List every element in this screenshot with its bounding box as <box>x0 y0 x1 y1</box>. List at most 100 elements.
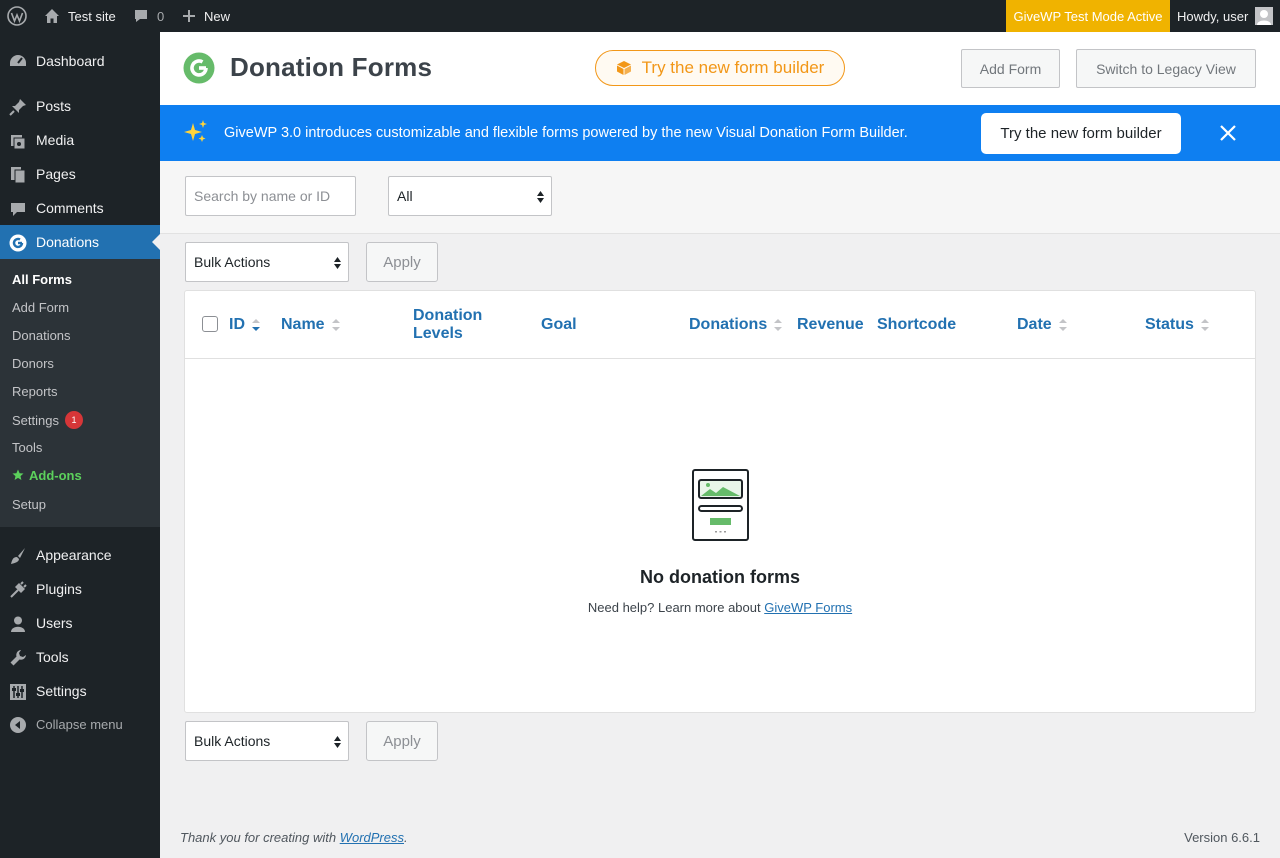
sidebar-item-label: Posts <box>36 98 72 114</box>
footer-thanks-suffix: . <box>404 830 408 845</box>
current-indicator <box>152 234 160 250</box>
column-label: ID <box>229 316 245 333</box>
brush-icon <box>11 548 25 564</box>
select-arrows-icon <box>334 257 341 269</box>
wordpress-logo-icon[interactable] <box>7 0 27 32</box>
givewp-icon <box>9 234 27 252</box>
sidebar-item-label: Dashboard <box>36 53 105 69</box>
sidebar-item-users[interactable]: Users <box>0 606 160 640</box>
bulk-actions-select-bottom[interactable]: Bulk Actions <box>185 721 349 761</box>
submenu-item-label: Settings <box>12 412 59 428</box>
sidebar-item-pages[interactable]: Pages <box>0 157 160 191</box>
footer-thanks-text: Thank you for creating with <box>180 830 340 845</box>
comments-link[interactable]: 0 <box>133 0 164 32</box>
select-arrows-icon <box>537 191 544 203</box>
sidebar-item-label: Tools <box>36 649 69 665</box>
sidebar-item-label: Pages <box>36 166 76 182</box>
empty-state-help: Need help? Learn more about GiveWP Forms <box>185 600 1255 615</box>
submenu-item-all-forms[interactable]: All Forms <box>12 269 72 289</box>
forms-table: ID Name Donation Levels Goal Donations R… <box>184 290 1256 713</box>
status-select[interactable]: All <box>388 176 552 216</box>
column-label: Status <box>1145 316 1194 333</box>
sidebar-item-settings[interactable]: Settings <box>0 674 160 708</box>
column-name[interactable]: Name <box>281 316 341 334</box>
submenu-item-setup[interactable]: Setup <box>12 494 46 514</box>
select-all-checkbox[interactable] <box>202 316 218 332</box>
sidebar-item-label: Users <box>36 615 73 631</box>
account-menu[interactable]: Howdy, user <box>1177 0 1274 32</box>
page-title: Donation Forms <box>230 52 433 82</box>
sort-desc-icon <box>252 319 260 331</box>
collapse-menu-button[interactable]: Collapse menu <box>0 707 160 741</box>
sidebar-item-tools[interactable]: Tools <box>0 640 160 674</box>
switch-legacy-view-button[interactable]: Switch to Legacy View <box>1076 49 1256 88</box>
sidebar-item-appearance[interactable]: Appearance <box>0 538 160 572</box>
submenu-item-donors[interactable]: Donors <box>12 353 54 373</box>
sidebar-item-label: Settings <box>36 683 87 699</box>
wrench-icon <box>10 650 26 666</box>
sidebar-item-label: Comments <box>36 200 104 216</box>
avatar <box>1255 7 1274 25</box>
sidebar-item-donations[interactable]: Donations <box>0 225 160 259</box>
site-name: Test site <box>68 8 116 24</box>
try-form-builder-label: Try the new form builder <box>641 58 825 77</box>
wordpress-link[interactable]: WordPress <box>340 830 404 845</box>
column-status[interactable]: Status <box>1145 316 1210 334</box>
givewp-logo-icon <box>183 52 215 84</box>
apply-button-bottom[interactable]: Apply <box>366 721 438 761</box>
apply-button-top[interactable]: Apply <box>366 242 438 282</box>
howdy-text: Howdy, user <box>1177 8 1249 24</box>
new-label: New <box>204 8 231 24</box>
sparkles-icon <box>184 120 207 142</box>
banner-try-builder-button[interactable]: Try the new form builder <box>981 113 1181 154</box>
column-label: Date <box>1017 316 1052 333</box>
submenu-item-add-form[interactable]: Add Form <box>12 297 69 317</box>
column-donations[interactable]: Donations <box>689 316 783 334</box>
submenu-item-label: Add-ons <box>29 467 82 483</box>
sidebar-item-comments[interactable]: Comments <box>0 191 160 225</box>
sidebar-item-dashboard[interactable]: Dashboard <box>0 44 160 78</box>
try-form-builder-button[interactable]: Try the new form builder <box>595 50 845 86</box>
footer-version: Version 6.6.1 <box>1184 830 1260 845</box>
empty-form-icon <box>692 469 749 541</box>
select-arrows-icon <box>334 736 341 748</box>
column-shortcode: Shortcode <box>877 316 957 333</box>
sidebar-item-posts[interactable]: Posts <box>0 89 160 123</box>
add-form-button[interactable]: Add Form <box>961 49 1060 88</box>
pin-icon <box>9 99 26 116</box>
sort-icon <box>774 319 783 331</box>
bulk-actions-value: Bulk Actions <box>194 254 271 270</box>
givewp-forms-link[interactable]: GiveWP Forms <box>764 600 852 615</box>
column-revenue: Revenue <box>797 316 864 333</box>
sort-icon <box>1058 319 1067 331</box>
comment-icon <box>135 10 147 22</box>
bulk-actions-select-top[interactable]: Bulk Actions <box>185 242 349 282</box>
submenu-item-reports[interactable]: Reports <box>12 381 58 401</box>
collapse-label: Collapse menu <box>36 716 123 732</box>
home-icon <box>45 9 59 23</box>
banner-text: GiveWP 3.0 introduces customizable and f… <box>224 125 908 141</box>
site-home-link[interactable]: Test site <box>44 0 116 32</box>
sidebar-item-media[interactable]: Media <box>0 123 160 157</box>
user-icon <box>11 616 25 632</box>
submenu-item-tools[interactable]: Tools <box>12 437 42 457</box>
submenu-item-add-ons[interactable]: Add-ons <box>12 465 82 485</box>
submenu-item-settings[interactable]: Settings 1 <box>12 410 83 430</box>
close-icon[interactable] <box>1218 123 1238 143</box>
test-mode-badge[interactable]: GiveWP Test Mode Active <box>1006 0 1170 32</box>
sidebar-item-plugins[interactable]: Plugins <box>0 572 160 606</box>
sidebar-item-label: Plugins <box>36 581 82 597</box>
footer-thanks: Thank you for creating with WordPress. <box>180 830 408 845</box>
column-date[interactable]: Date <box>1017 316 1068 334</box>
new-content-link[interactable]: New <box>182 0 230 32</box>
column-goal: Goal <box>541 316 577 333</box>
sort-icon <box>1200 319 1209 331</box>
notification-badge: 1 <box>64 411 83 429</box>
column-id[interactable]: ID <box>229 316 261 334</box>
search-input[interactable] <box>185 176 356 216</box>
sort-icon <box>331 319 340 331</box>
comment-icon <box>11 203 25 216</box>
sidebar-item-label: Appearance <box>36 547 112 563</box>
status-select-value: All <box>397 188 413 204</box>
submenu-item-donations[interactable]: Donations <box>12 325 71 345</box>
